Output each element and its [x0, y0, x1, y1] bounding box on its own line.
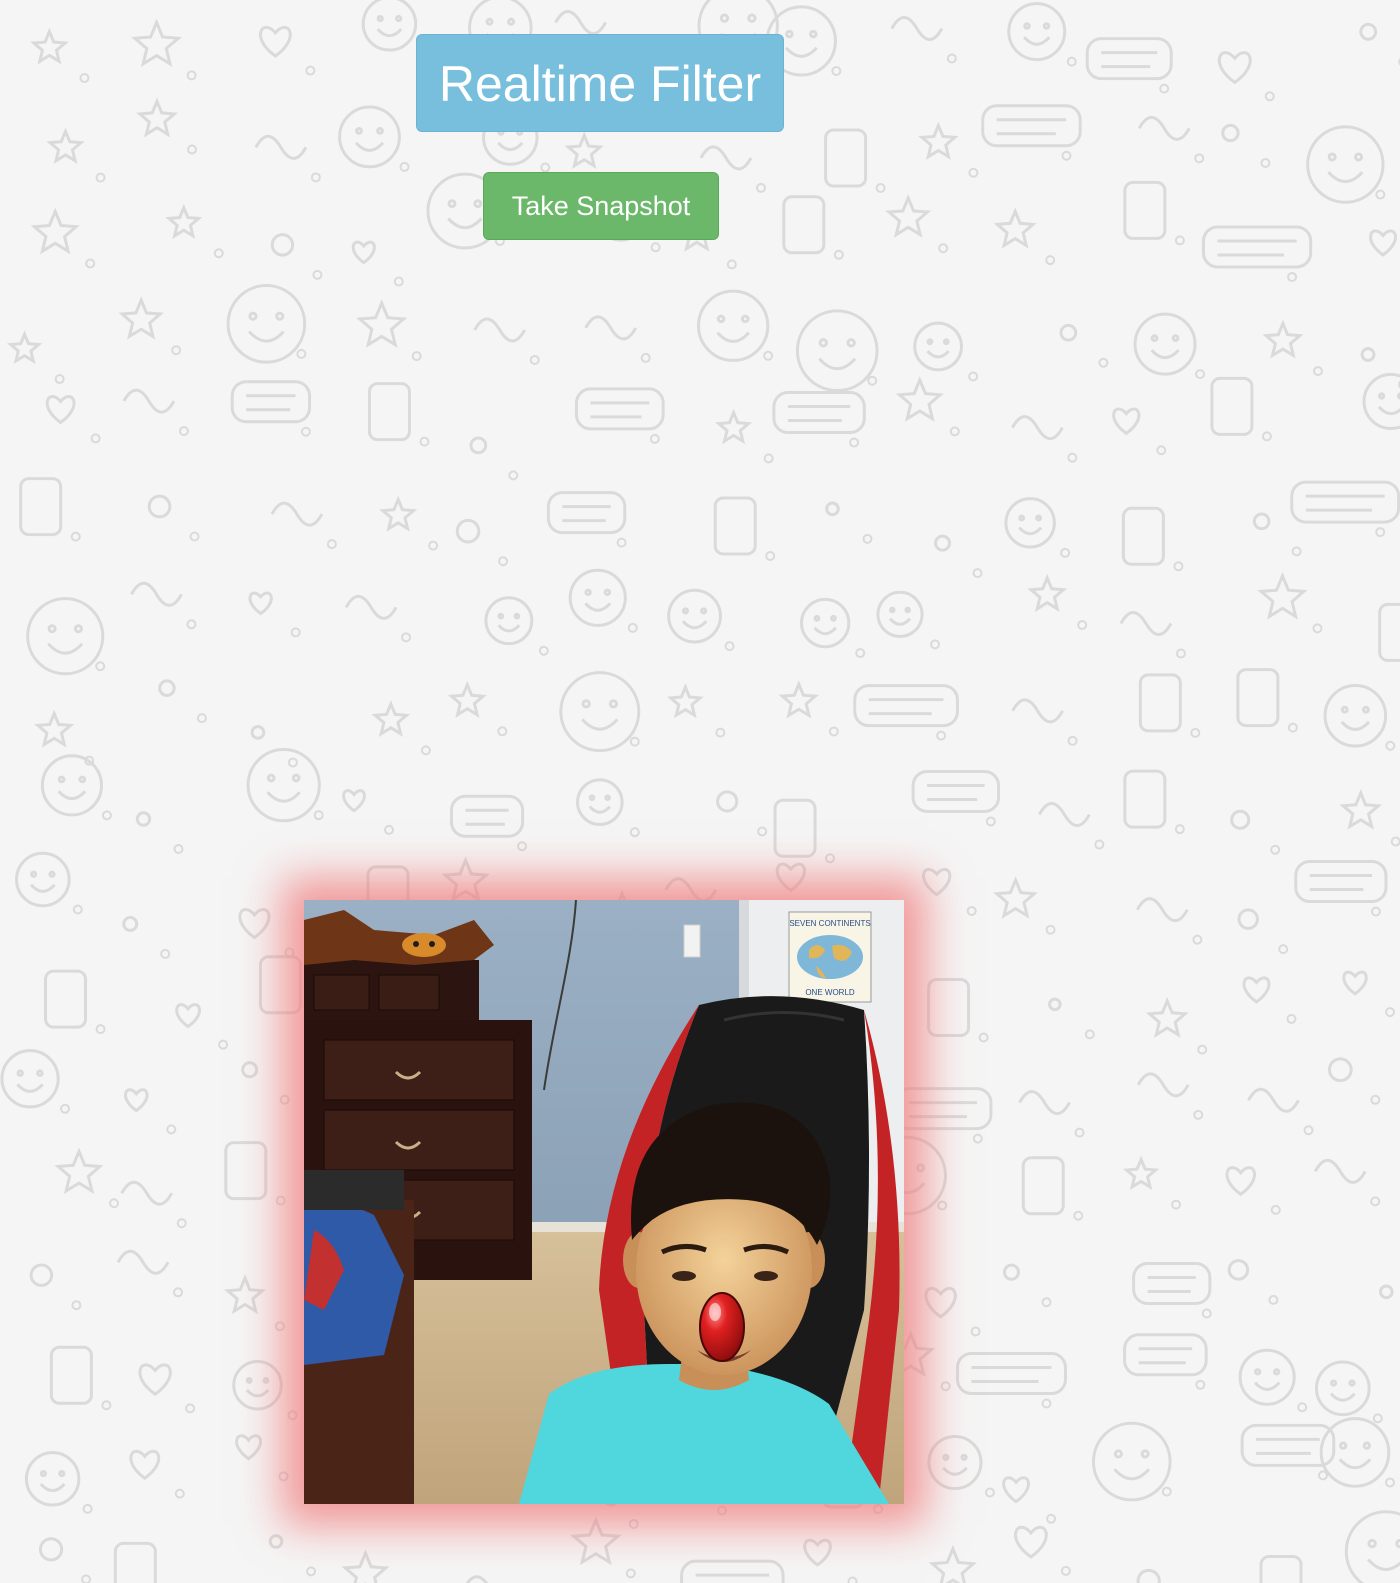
poster-text-2: ONE WORLD [805, 988, 855, 997]
red-nose-filter [699, 1292, 745, 1362]
light-switch [683, 924, 701, 958]
bed-clothes [304, 1170, 414, 1504]
webcam-feed: SEVEN CONTINENTS ONE WORLD [304, 900, 904, 1504]
poster-text-1: SEVEN CONTINENTS [789, 919, 870, 928]
take-snapshot-button[interactable]: Take Snapshot [483, 172, 719, 240]
page-title: Realtime Filter [416, 34, 784, 132]
video-preview: SEVEN CONTINENTS ONE WORLD [304, 900, 904, 1504]
